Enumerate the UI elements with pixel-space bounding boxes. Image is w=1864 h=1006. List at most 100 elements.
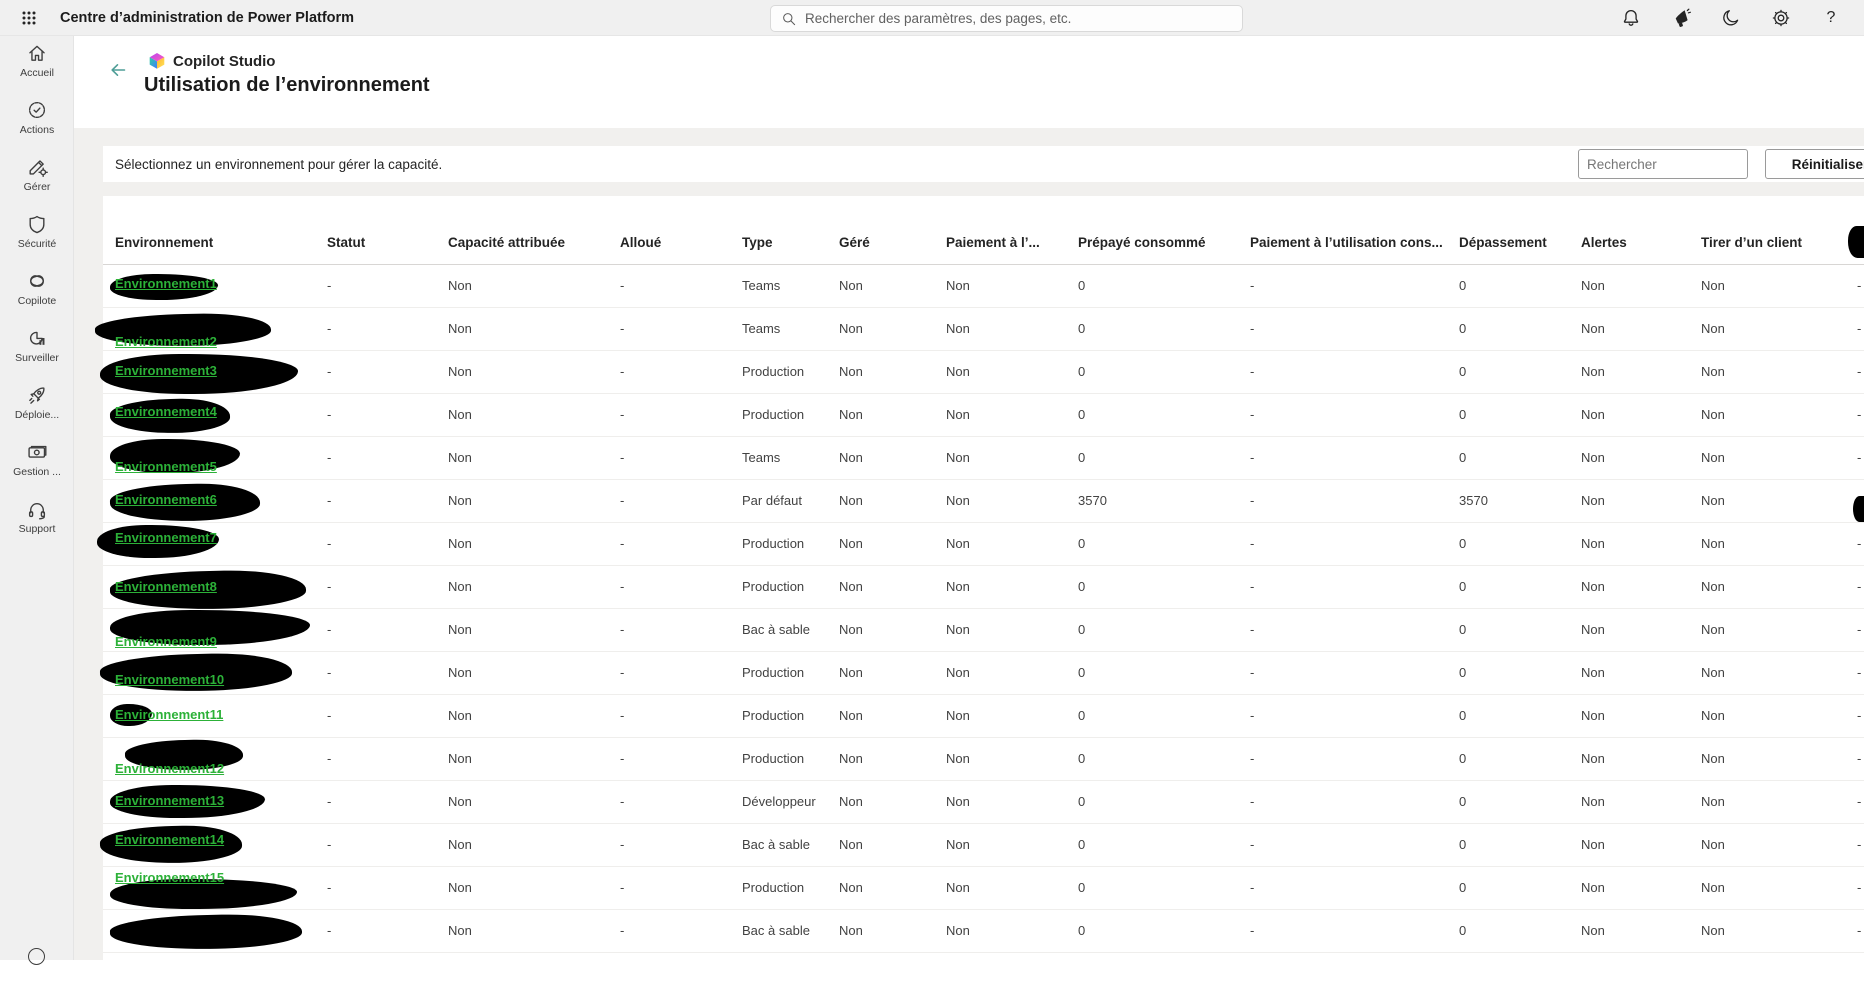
cell-paiement-utilisation: - <box>1238 350 1447 393</box>
reset-button[interactable]: Réinitialiser <box>1765 149 1864 179</box>
cell-paiement-utilisation: - <box>1238 866 1447 909</box>
table-row: Environnement4 - Non - Production Non No… <box>103 393 1864 436</box>
environment-link[interactable]: Environnement10 <box>115 672 224 687</box>
environment-link[interactable]: Environnement2 <box>115 334 217 349</box>
column-header-tirer[interactable]: Tirer d’un client <box>1689 196 1855 264</box>
bell-icon <box>1621 8 1641 28</box>
cell-capacite: Non <box>436 694 608 737</box>
back-button[interactable] <box>104 56 132 84</box>
home-icon <box>26 42 48 64</box>
cell-capacite: Non <box>436 780 608 823</box>
cell-gere: Non <box>827 565 934 608</box>
actions-badge-icon <box>26 99 48 121</box>
sidebar-item-accueil[interactable]: Accueil <box>0 36 74 93</box>
cell-tirer: Non <box>1689 264 1855 307</box>
column-header-alertes[interactable]: Alertes <box>1569 196 1689 264</box>
cell-paiement-utilisation: - <box>1238 780 1447 823</box>
environment-link[interactable]: Environnement15 <box>115 870 224 885</box>
deploy-rocket-icon <box>26 384 48 406</box>
column-header-type[interactable]: Type <box>730 196 827 264</box>
sidebar-item-support[interactable]: Support <box>0 492 74 549</box>
cell-capacite: Non <box>436 479 608 522</box>
cell-paiement-utilisation: - <box>1238 436 1447 479</box>
cell-depassement: 0 <box>1447 436 1569 479</box>
cell-type: Bac à sable <box>730 608 827 651</box>
environment-link[interactable]: Environnement5 <box>115 459 217 474</box>
column-header-statut[interactable]: Statut <box>315 196 436 264</box>
column-header-paiement[interactable]: Paiement à l’... <box>934 196 1066 264</box>
column-header-alloue[interactable]: Alloué <box>608 196 730 264</box>
environment-link[interactable]: Environnement9 <box>115 634 217 649</box>
sidebar-item-gestion[interactable]: Gestion ... <box>0 435 74 492</box>
question-mark-icon: ? <box>1827 9 1836 27</box>
column-header-prepaye[interactable]: Prépayé consommé <box>1066 196 1238 264</box>
cell-alertes: Non <box>1569 565 1689 608</box>
cell-prepaye: 0 <box>1066 307 1238 350</box>
sidebar-item-surveiller[interactable]: Surveiller <box>0 321 74 378</box>
cell-extra: - <box>1855 651 1864 694</box>
cell-depassement: 0 <box>1447 307 1569 350</box>
global-search-input[interactable] <box>805 11 1242 26</box>
environment-cell: Environnement4 <box>103 393 315 436</box>
cell-paiement-utilisation: - <box>1238 479 1447 522</box>
cell-type: Production <box>730 350 827 393</box>
redaction-blob <box>110 912 303 950</box>
sidebar-item-securite[interactable]: Sécurité <box>0 207 74 264</box>
cell-paiement-utilisation: - <box>1238 823 1447 866</box>
cell-extra: - <box>1855 436 1864 479</box>
app-launcher-waffle-icon[interactable] <box>14 4 44 32</box>
environment-link[interactable]: Environnement11 <box>115 707 223 722</box>
environment-link[interactable]: Environnement8 <box>115 579 217 594</box>
environment-link[interactable]: Environnement7 <box>115 530 217 545</box>
cell-alloue: - <box>608 436 730 479</box>
cell-extra: - <box>1855 909 1864 952</box>
environment-cell: Environnement12 <box>103 737 315 780</box>
cell-depassement: 0 <box>1447 608 1569 651</box>
sidebar-item-gerer[interactable]: Gérer <box>0 150 74 207</box>
environment-link[interactable]: Environnement12 <box>115 761 224 776</box>
cell-paiement: Non <box>934 350 1066 393</box>
cell-capacite: Non <box>436 436 608 479</box>
cell-alertes: Non <box>1569 350 1689 393</box>
sidebar-label: Surveiller <box>15 352 59 364</box>
dark-mode-button[interactable] <box>1706 0 1756 36</box>
column-header-depassement[interactable]: Dépassement <box>1447 196 1569 264</box>
cell-alertes: Non <box>1569 866 1689 909</box>
environment-link[interactable]: Environnement4 <box>115 404 217 419</box>
column-header-capacite[interactable]: Capacité attribuée <box>436 196 608 264</box>
cell-paiement: Non <box>934 694 1066 737</box>
announcements-button[interactable] <box>1656 0 1706 36</box>
cell-type: Bac à sable <box>730 909 827 952</box>
sidebar-label: Déploie... <box>15 409 59 421</box>
sidebar-label: Actions <box>20 124 54 136</box>
help-button[interactable]: ? <box>1806 0 1856 36</box>
column-header-paiement-utilisation[interactable]: Paiement à l’utilisation cons... <box>1238 196 1447 264</box>
global-search-box[interactable] <box>770 5 1243 32</box>
environment-link[interactable]: Environnement1 <box>115 276 217 291</box>
cell-paiement-utilisation: - <box>1238 737 1447 780</box>
cell-type: Production <box>730 393 827 436</box>
cell-prepaye: 0 <box>1066 393 1238 436</box>
cell-alertes: Non <box>1569 479 1689 522</box>
environment-link[interactable]: Environnement14 <box>115 832 224 847</box>
cell-alloue: - <box>608 264 730 307</box>
sidebar-label: Copilote <box>18 295 57 307</box>
megaphone-icon <box>1671 8 1692 29</box>
cell-statut: - <box>315 823 436 866</box>
cell-gere: Non <box>827 350 934 393</box>
environment-link[interactable]: Environnement3 <box>115 363 217 378</box>
sidebar-item-deployer[interactable]: Déploie... <box>0 378 74 435</box>
notifications-button[interactable] <box>1606 0 1656 36</box>
table-filter-input[interactable] <box>1578 149 1748 179</box>
sidebar-item-actions[interactable]: Actions <box>0 93 74 150</box>
cell-type: Teams <box>730 307 827 350</box>
environment-link[interactable]: Environnement6 <box>115 492 217 507</box>
sidebar-item-copilote[interactable]: Copilote <box>0 264 74 321</box>
settings-button[interactable] <box>1756 0 1806 36</box>
column-header-gere[interactable]: Géré <box>827 196 934 264</box>
table-row: Environnement14 - Non - Bac à sable Non … <box>103 823 1864 866</box>
column-header-environnement[interactable]: Environnement <box>103 196 315 264</box>
environment-link[interactable]: Environnement13 <box>115 793 224 808</box>
cell-tirer: Non <box>1689 307 1855 350</box>
cell-type: Production <box>730 565 827 608</box>
